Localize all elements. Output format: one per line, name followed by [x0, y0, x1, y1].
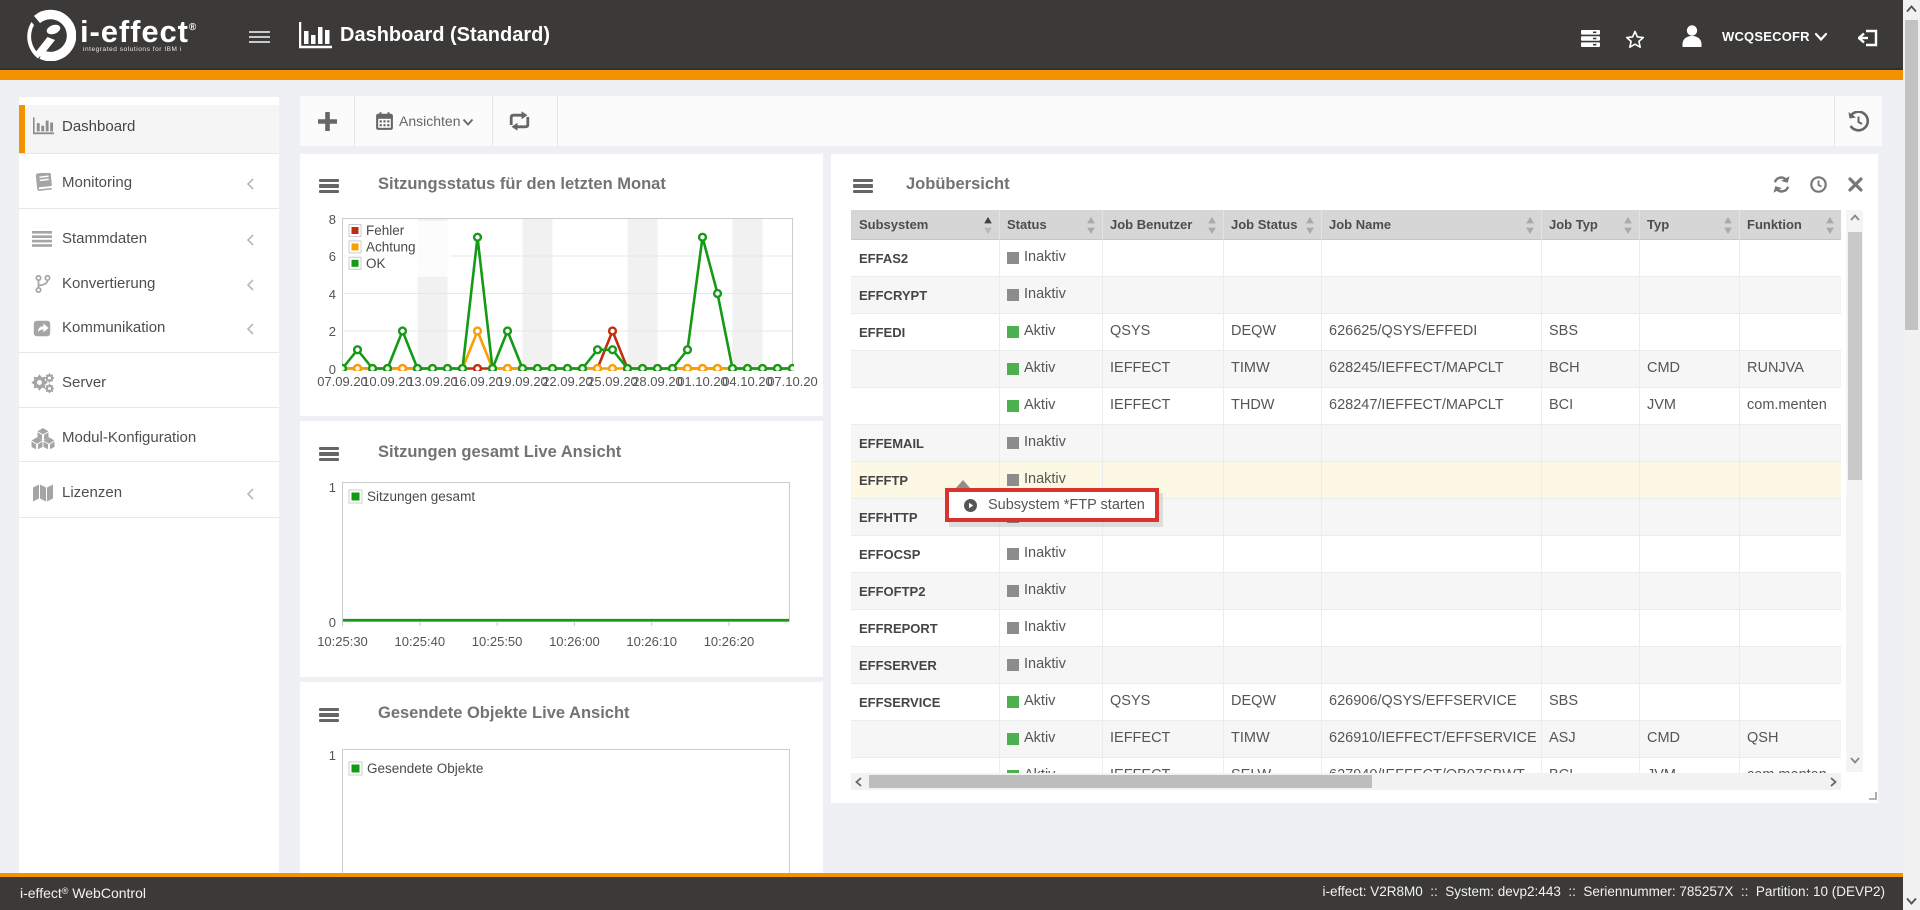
svg-text:OK: OK: [366, 256, 386, 271]
svg-text:Gesendete Objekte: Gesendete Objekte: [367, 761, 483, 776]
svg-text:Sitzungen gesamt: Sitzungen gesamt: [367, 489, 475, 504]
svg-text:Achtung: Achtung: [366, 240, 416, 255]
svg-text:Fehler: Fehler: [366, 223, 405, 238]
